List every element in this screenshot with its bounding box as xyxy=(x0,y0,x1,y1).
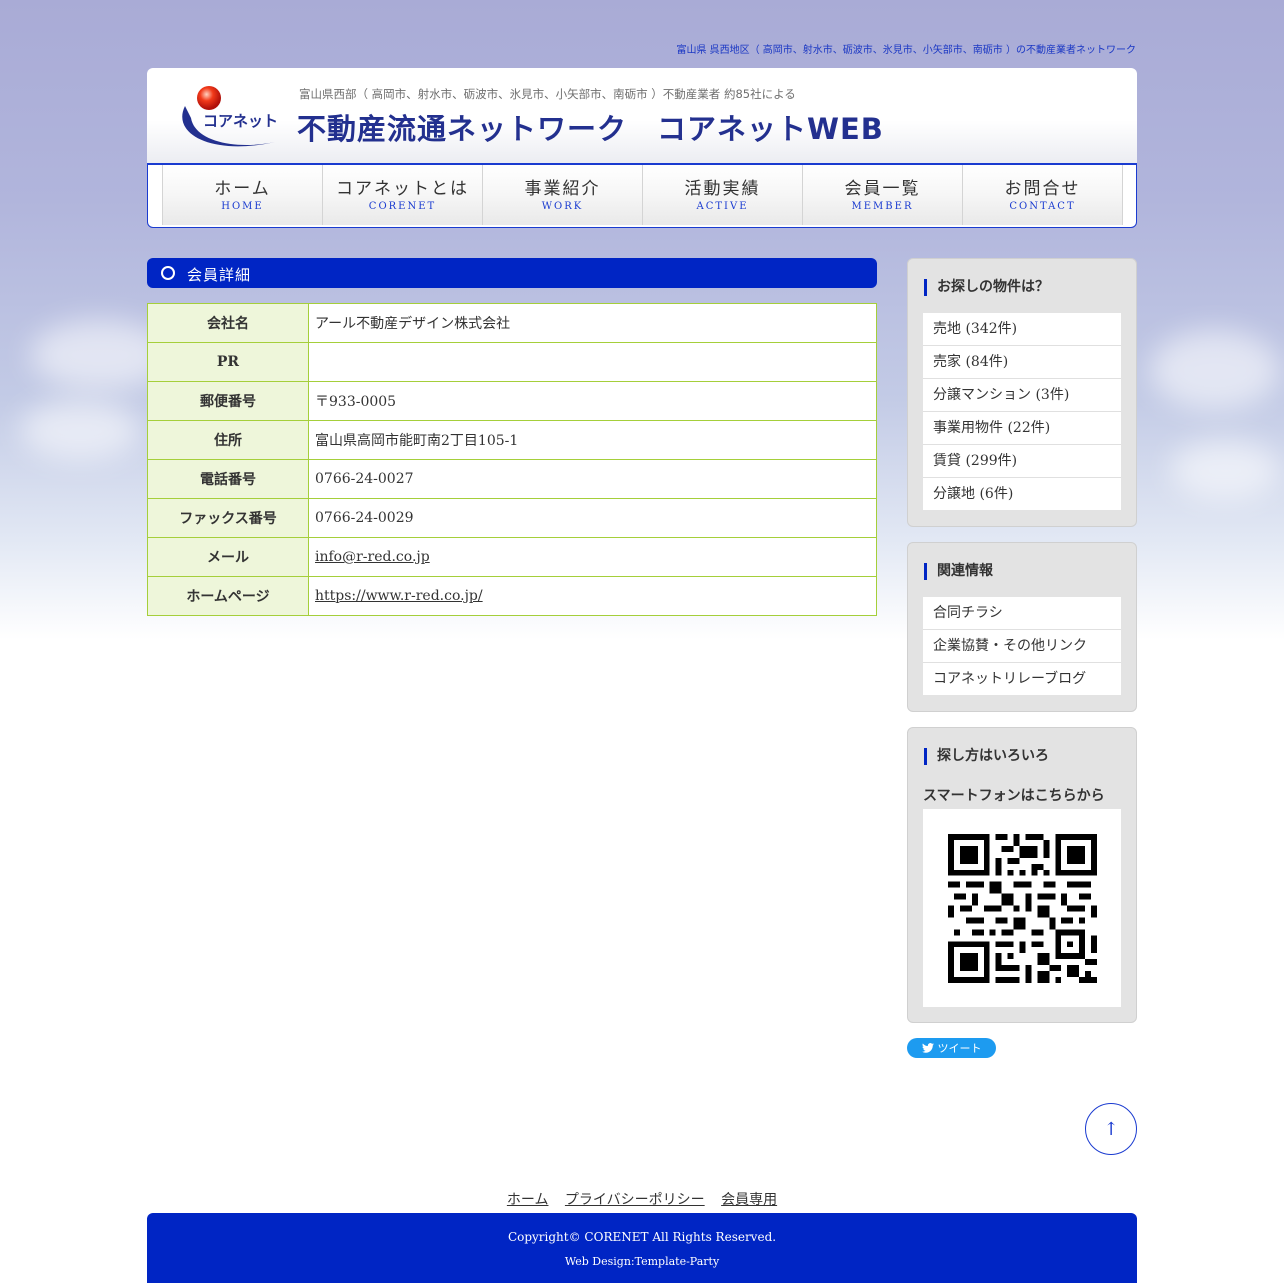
table-row: 会社名 アール不動産デザイン株式会社 xyxy=(147,303,877,343)
table-row: メール info@r-red.co.jp xyxy=(147,537,877,577)
tweet-button[interactable]: ツイート xyxy=(907,1038,996,1058)
header-subtitle: 富山県西部（ 高岡市、射水市、砺波市、氷見市、小矢部市、南砺市 ）不動産業者 約… xyxy=(299,87,796,101)
nav-sublabel: ACTIVE xyxy=(696,200,749,212)
property-search-box: お探しの物件は？ 売地 (342件) 売家 (84件) 分譲マンション (3件)… xyxy=(907,258,1137,527)
nav-sublabel: HOME xyxy=(221,200,264,212)
cloud-decoration xyxy=(1150,330,1280,410)
row-label: ホームページ xyxy=(147,576,309,616)
global-nav: ホーム HOME コアネットとは CORENET 事業紹介 WORK 活動実績 … xyxy=(147,163,1137,228)
email-cell: info@r-red.co.jp xyxy=(308,537,877,577)
row-label: ファックス番号 xyxy=(147,498,309,538)
twitter-bird-icon xyxy=(921,1043,934,1053)
site-tagline: 富山県 呉西地区（ 高岡市、射水市、砺波市、氷見市、小矢部市、南砺市 ）の不動産… xyxy=(676,45,1136,56)
list-item[interactable]: 企業協賛・その他リンク xyxy=(923,630,1121,663)
nav-item-home[interactable]: ホーム HOME xyxy=(162,165,322,225)
nav-label: コアネットとは xyxy=(336,178,469,199)
nav-item-work[interactable]: 事業紹介 WORK xyxy=(482,165,642,225)
nav-sublabel: MEMBER xyxy=(851,200,914,212)
list-item[interactable]: 分譲地 (6件) xyxy=(923,478,1121,510)
smartphone-label: スマートフォンはこちらから xyxy=(923,788,1105,804)
svg-text:コアネット: コアネット xyxy=(203,112,277,130)
related-info-list: 合同チラシ 企業協賛・その他リンク コアネットリレーブログ xyxy=(923,597,1121,695)
property-search-list: 売地 (342件) 売家 (84件) 分譲マンション (3件) 事業用物件 (2… xyxy=(923,313,1121,510)
list-item[interactable]: 合同チラシ xyxy=(923,597,1121,630)
site-title[interactable]: 不動産流通ネットワーク コアネットWEB xyxy=(297,106,884,148)
row-label: メール xyxy=(147,537,309,577)
table-row: ファックス番号 0766-24-0029 xyxy=(147,498,877,538)
property-search-title: お探しの物件は？ xyxy=(924,279,1049,296)
footer-links: ホーム プライバシーポリシー 会員専用 xyxy=(0,1189,1284,1209)
company-name: アール不動産デザイン株式会社 xyxy=(308,303,877,343)
page-title-text: 会員詳細 xyxy=(187,266,252,284)
row-label: 会社名 xyxy=(147,303,309,343)
related-info-title: 関連情報 xyxy=(924,563,993,580)
nav-label: お問合せ xyxy=(1004,178,1081,199)
list-item[interactable]: 売家 (84件) xyxy=(923,346,1121,379)
nav-sublabel: WORK xyxy=(541,200,584,212)
circle-bullet-icon xyxy=(161,266,175,280)
fax-number: 0766-24-0029 xyxy=(308,498,877,538)
nav-label: ホーム xyxy=(214,178,271,199)
footer-link-home[interactable]: ホーム xyxy=(507,1192,549,1208)
back-to-top-button[interactable]: ↑ xyxy=(1085,1103,1137,1155)
list-item[interactable]: 事業用物件 (22件) xyxy=(923,412,1121,445)
search-methods-title: 探し方はいろいろ xyxy=(924,748,1049,765)
footer-link-privacy[interactable]: プライバシーポリシー xyxy=(565,1192,705,1208)
postal-code: 〒933-0005 xyxy=(308,381,877,421)
design-credit: Web Design:Template-Party xyxy=(564,1255,720,1268)
qr-code-icon[interactable] xyxy=(948,834,1097,983)
cloud-decoration xyxy=(1170,440,1280,500)
row-label: 郵便番号 xyxy=(147,381,309,421)
homepage-link[interactable]: https://www.r-red.co.jp/ xyxy=(315,588,483,604)
list-item[interactable]: 分譲マンション (3件) xyxy=(923,379,1121,412)
table-row: 郵便番号 〒933-0005 xyxy=(147,381,877,421)
nav-sublabel: CORENET xyxy=(368,200,437,212)
homepage-cell: https://www.r-red.co.jp/ xyxy=(308,576,877,616)
nav-item-active[interactable]: 活動実績 ACTIVE xyxy=(642,165,802,225)
qr-code-panel xyxy=(923,809,1121,1007)
search-methods-box: 探し方はいろいろ スマートフォンはこちらから xyxy=(907,727,1137,1023)
nav-label: 活動実績 xyxy=(684,178,761,199)
list-item[interactable]: 賃貸 (299件) xyxy=(923,445,1121,478)
nav-item-corenet[interactable]: コアネットとは CORENET xyxy=(322,165,482,225)
nav-sublabel: CONTACT xyxy=(1009,200,1076,212)
site-header: コアネット 富山県西部（ 高岡市、射水市、砺波市、氷見市、小矢部市、南砺市 ）不… xyxy=(147,68,1137,163)
table-row: PR xyxy=(147,342,877,382)
tweet-label: ツイート xyxy=(937,1042,982,1055)
corenet-logo[interactable]: コアネット xyxy=(177,84,277,154)
site-footer: Copyright© CORENET All Rights Reserved. … xyxy=(147,1213,1137,1283)
nav-item-member[interactable]: 会員一覧 MEMBER xyxy=(802,165,962,225)
pr-text xyxy=(308,342,877,382)
table-row: ホームページ https://www.r-red.co.jp/ xyxy=(147,576,877,616)
list-item[interactable]: コアネットリレーブログ xyxy=(923,663,1121,695)
nav-label: 事業紹介 xyxy=(524,178,601,199)
table-row: 住所 富山県高岡市能町南2丁目105-1 xyxy=(147,420,877,460)
address: 富山県高岡市能町南2丁目105-1 xyxy=(308,420,877,460)
related-info-box: 関連情報 合同チラシ 企業協賛・その他リンク コアネットリレーブログ xyxy=(907,542,1137,712)
list-item[interactable]: 売地 (342件) xyxy=(923,313,1121,346)
row-label: 住所 xyxy=(147,420,309,460)
nav-label: 会員一覧 xyxy=(844,178,921,199)
phone-number: 0766-24-0027 xyxy=(308,459,877,499)
table-row: 電話番号 0766-24-0027 xyxy=(147,459,877,499)
nav-item-contact[interactable]: お問合せ CONTACT xyxy=(962,165,1123,225)
row-label: PR xyxy=(147,342,309,382)
email-link[interactable]: info@r-red.co.jp xyxy=(315,549,430,565)
footer-link-members[interactable]: 会員専用 xyxy=(721,1192,777,1208)
row-label: 電話番号 xyxy=(147,459,309,499)
cloud-decoration xyxy=(20,400,140,460)
copyright: Copyright© CORENET All Rights Reserved. xyxy=(507,1230,777,1244)
member-detail-table: 会社名 アール不動産デザイン株式会社 PR 郵便番号 〒933-0005 住所 … xyxy=(147,303,877,616)
page-title: 会員詳細 xyxy=(147,258,877,288)
